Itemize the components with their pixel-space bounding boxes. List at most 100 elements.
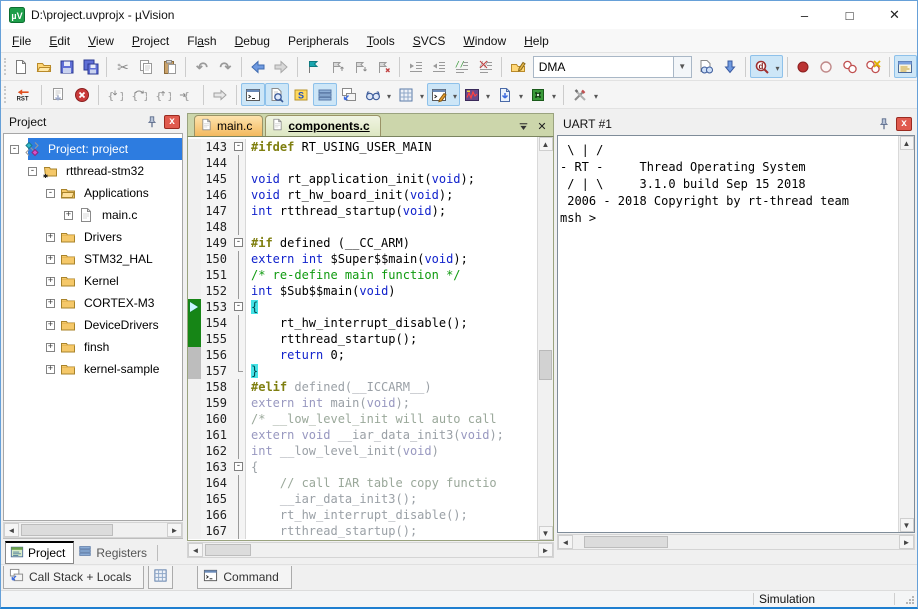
- close-panel-icon[interactable]: x: [896, 117, 912, 131]
- plus-expander-icon[interactable]: +: [46, 365, 55, 374]
- search-input[interactable]: [533, 56, 673, 78]
- run-button[interactable]: [46, 83, 70, 106]
- tree-item-devicedrivers[interactable]: +DeviceDrivers: [4, 314, 182, 336]
- incremental-find-button[interactable]: [718, 55, 741, 78]
- save-all-button[interactable]: [79, 55, 102, 78]
- breakpoint-margin[interactable]: [188, 171, 201, 187]
- tree-item-rtthread-stm32[interactable]: -rtthread-stm32: [4, 160, 182, 182]
- close-button[interactable]: ✕: [872, 1, 917, 29]
- insert-bookmark-button[interactable]: [302, 55, 325, 78]
- code-line-156[interactable]: 156 return 0;: [188, 347, 537, 363]
- reset-button[interactable]: RST: [9, 83, 37, 106]
- code-line-148[interactable]: 148: [188, 219, 537, 235]
- fold-collapse-icon[interactable]: -: [234, 238, 243, 247]
- debug-tools-button[interactable]: [568, 83, 601, 106]
- tree-item-kernel[interactable]: +Kernel: [4, 270, 182, 292]
- fold-collapse-icon[interactable]: -: [234, 462, 243, 471]
- menu-flash[interactable]: Flash: [178, 31, 225, 51]
- plus-expander-icon[interactable]: +: [46, 299, 55, 308]
- execution-arrow-margin[interactable]: [188, 299, 201, 315]
- kill-all-breakpoints-button[interactable]: [862, 55, 885, 78]
- plus-expander-icon[interactable]: +: [46, 343, 55, 352]
- breakpoint-margin[interactable]: [188, 523, 201, 539]
- paste-button[interactable]: [158, 55, 181, 78]
- scroll-up-icon[interactable]: ▲: [900, 136, 914, 150]
- code-line-152[interactable]: 152int $Sub$$main(void): [188, 283, 537, 299]
- show-next-statement-button[interactable]: [208, 83, 232, 106]
- watch-window-button[interactable]: [361, 83, 394, 106]
- tab-main-c[interactable]: main.c: [194, 115, 263, 136]
- scroll-left-icon[interactable]: ◄: [558, 535, 573, 549]
- tree-item-cortex-m3[interactable]: +CORTEX-M3: [4, 292, 182, 314]
- breakpoint-margin[interactable]: [188, 427, 201, 443]
- tab-components-c[interactable]: components.c: [265, 115, 380, 136]
- scroll-thumb[interactable]: [21, 524, 113, 536]
- pin-icon[interactable]: [876, 117, 892, 131]
- menu-edit[interactable]: Edit: [40, 31, 79, 51]
- breakpoint-margin[interactable]: [188, 363, 201, 379]
- breakpoint-margin[interactable]: [188, 475, 201, 491]
- menu-view[interactable]: View: [79, 31, 123, 51]
- breakpoint-margin[interactable]: [188, 443, 201, 459]
- scroll-down-icon[interactable]: ▼: [900, 518, 914, 532]
- insert-breakpoint-button[interactable]: [791, 55, 814, 78]
- breakpoint-margin[interactable]: [188, 219, 201, 235]
- cut-button[interactable]: ✂: [111, 55, 134, 78]
- indent-button[interactable]: [404, 55, 427, 78]
- breakpoint-margin[interactable]: [188, 379, 201, 395]
- fold-margin[interactable]: -: [232, 459, 246, 475]
- fold-margin[interactable]: -: [232, 299, 246, 315]
- code-line-145[interactable]: 145void rt_application_init(void);: [188, 171, 537, 187]
- tab-registers[interactable]: Registers: [74, 541, 155, 564]
- toolbox-button[interactable]: [526, 83, 559, 106]
- breakpoint-margin[interactable]: [188, 459, 201, 475]
- breakpoint-margin[interactable]: [188, 139, 201, 155]
- breakpoint-margin[interactable]: [188, 283, 201, 299]
- breakpoint-margin[interactable]: [188, 251, 201, 267]
- code-line-159[interactable]: 159extern int main(void);: [188, 395, 537, 411]
- menu-window[interactable]: Window: [454, 31, 515, 51]
- redo-button[interactable]: ↷: [214, 55, 237, 78]
- scroll-left-icon[interactable]: ◄: [4, 523, 19, 537]
- menu-project[interactable]: Project: [123, 31, 178, 51]
- tree-item-kernel-sample[interactable]: +kernel-sample: [4, 358, 182, 380]
- next-bookmark-button[interactable]: [348, 55, 371, 78]
- tree-item-main-c[interactable]: +main.c: [4, 204, 182, 226]
- fold-collapse-icon[interactable]: -: [234, 302, 243, 311]
- tree-item-applications[interactable]: -Applications: [4, 182, 182, 204]
- step-out-button[interactable]: { }: [151, 83, 175, 106]
- minus-expander-icon[interactable]: -: [46, 189, 55, 198]
- memory-window-button[interactable]: [394, 83, 427, 106]
- navigate-forward-button[interactable]: [269, 55, 292, 78]
- code-line-160[interactable]: 160/* __low_level_init will auto call: [188, 411, 537, 427]
- plus-expander-icon[interactable]: +: [64, 211, 73, 220]
- breakpoint-margin[interactable]: [188, 411, 201, 427]
- step-over-button[interactable]: { }: [127, 83, 151, 106]
- menu-tools[interactable]: Tools: [358, 31, 404, 51]
- clear-bookmarks-button[interactable]: [372, 55, 395, 78]
- scroll-right-icon[interactable]: ►: [538, 543, 553, 557]
- disable-breakpoint-button[interactable]: [815, 55, 838, 78]
- close-document-icon[interactable]: ✕: [534, 118, 550, 134]
- code-line-164[interactable]: 164 // call IAR table copy functio: [188, 475, 537, 491]
- scroll-thumb[interactable]: [205, 544, 251, 556]
- scroll-right-icon[interactable]: ►: [899, 535, 914, 549]
- outdent-button[interactable]: [427, 55, 450, 78]
- editor-horizontal-scrollbar[interactable]: ◄ ►: [187, 542, 554, 558]
- save-button[interactable]: [56, 55, 79, 78]
- breakpoint-margin[interactable]: [188, 507, 201, 523]
- stop-button[interactable]: [70, 83, 94, 106]
- code-line-154[interactable]: 154 rt_hw_interrupt_disable();: [188, 315, 537, 331]
- tab-command[interactable]: Command: [197, 566, 291, 589]
- uart-horizontal-scrollbar[interactable]: ◄ ►: [557, 534, 915, 550]
- minimize-button[interactable]: –: [782, 1, 827, 29]
- comment-button[interactable]: //: [451, 55, 474, 78]
- menu-peripherals[interactable]: Peripherals: [279, 31, 358, 51]
- breakpoint-margin[interactable]: [188, 315, 201, 331]
- code-line-146[interactable]: 146void rt_hw_board_init(void);: [188, 187, 537, 203]
- undo-button[interactable]: ↶: [190, 55, 213, 78]
- copy-button[interactable]: [135, 55, 158, 78]
- tab-call-stack-locals[interactable]: Call Stack + Locals: [3, 566, 144, 589]
- scroll-left-icon[interactable]: ◄: [188, 543, 203, 557]
- code-editor[interactable]: 143-#ifdef RT_USING_USER_MAIN144145void …: [188, 137, 537, 540]
